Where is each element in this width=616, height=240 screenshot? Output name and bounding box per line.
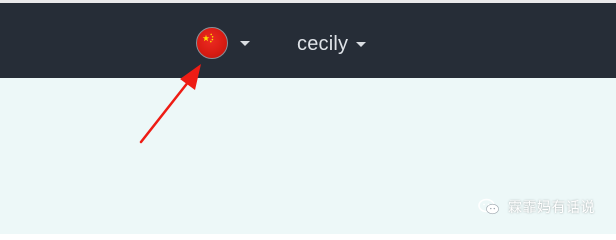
watermark: 霖霏妈有话说 xyxy=(478,196,595,218)
user-menu[interactable]: cecily xyxy=(297,31,367,57)
china-flag-icon[interactable] xyxy=(196,27,228,59)
top-navbar: cecily xyxy=(0,3,616,78)
language-switcher[interactable] xyxy=(196,26,250,60)
caret-down-icon[interactable] xyxy=(356,41,367,47)
caret-down-icon[interactable] xyxy=(240,40,250,46)
wechat-icon xyxy=(478,198,499,215)
watermark-text: 霖霏妈有话说 xyxy=(508,199,595,215)
username-label[interactable]: cecily xyxy=(297,33,348,56)
page: cecily 霖霏妈有话说 xyxy=(0,0,616,234)
